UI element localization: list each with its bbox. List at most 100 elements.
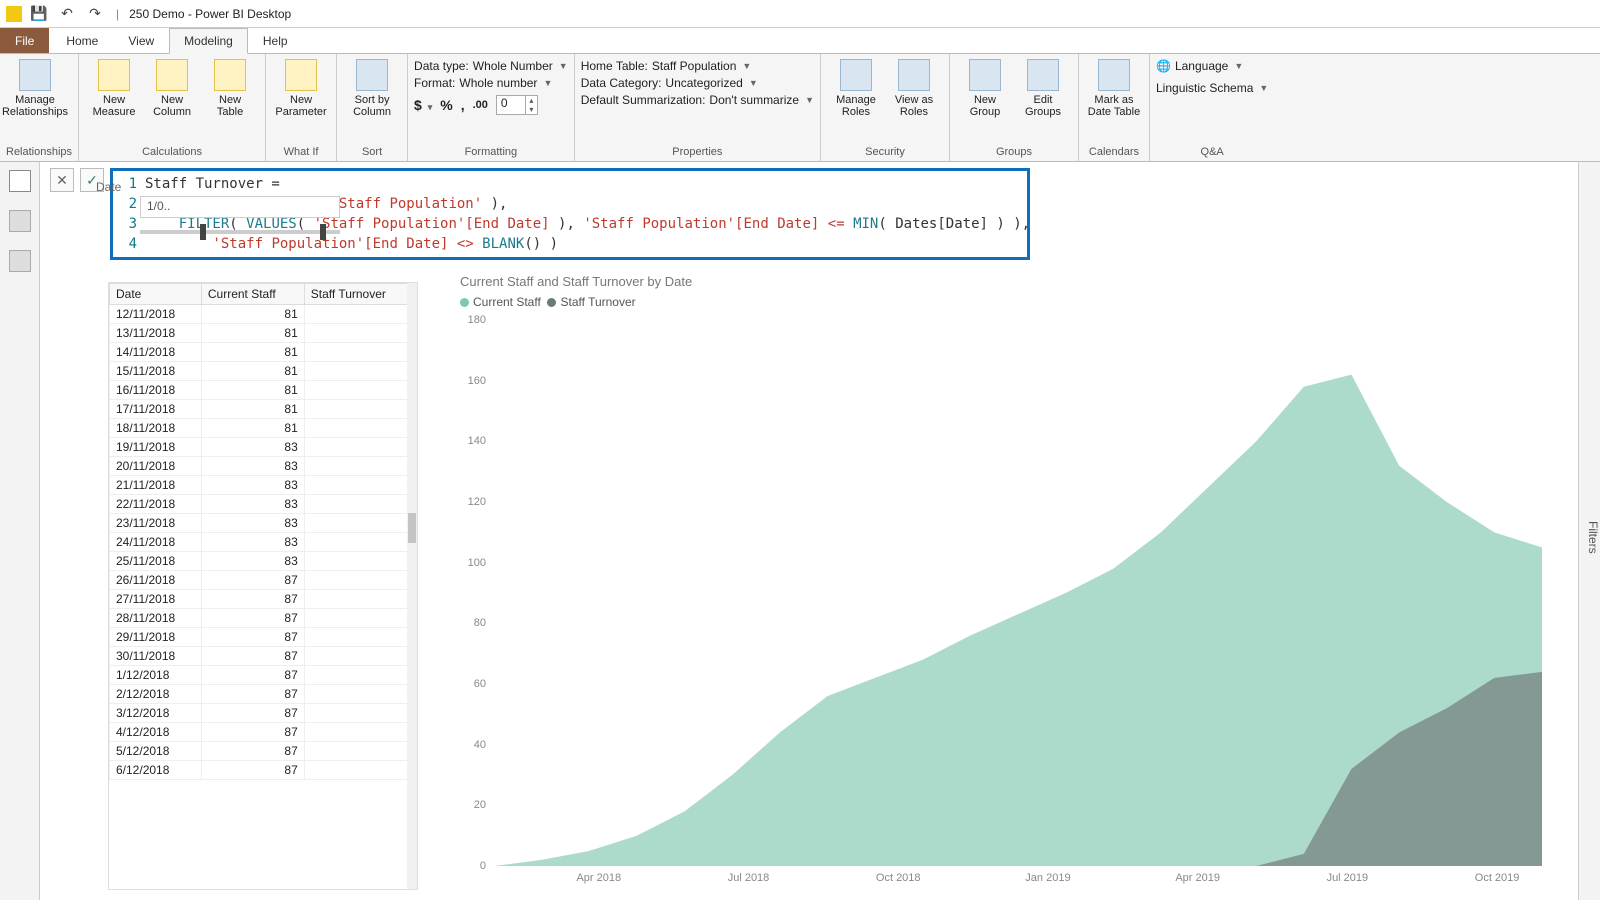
manage-roles-button[interactable]: ManageRoles [827, 57, 885, 118]
ribbon-group-relationships: ManageRelationships Relationships [0, 54, 79, 161]
ribbon-group-properties: Home Table: Staff Population▼ Data Categ… [575, 54, 821, 161]
linguistic-schema-dropdown[interactable]: Linguistic Schema▼ [1156, 81, 1268, 95]
group-caption-sort: Sort [343, 145, 401, 161]
thousands-button[interactable]: , [461, 97, 465, 113]
ribbon-group-security: ManageRoles View asRoles Security [821, 54, 950, 161]
new-parameter-button[interactable]: NewParameter [272, 57, 330, 118]
group-caption-calendars: Calendars [1085, 145, 1143, 161]
table-row[interactable]: 12/11/201881 [110, 305, 417, 324]
x-tick: Jul 2019 [1327, 872, 1369, 884]
formula-cancel-button[interactable]: ✕ [50, 168, 74, 192]
table-row[interactable]: 5/12/201887 [110, 742, 417, 761]
chart-visual[interactable]: Current Staff and Staff Turnover by Date… [460, 274, 1548, 890]
manage-relationships-button[interactable]: ManageRelationships [6, 57, 64, 118]
data-view-icon[interactable] [9, 210, 31, 232]
table-row[interactable]: 26/11/201887 [110, 571, 417, 590]
model-view-icon[interactable] [9, 250, 31, 272]
table-scrollbar[interactable] [407, 283, 417, 889]
table-row[interactable]: 14/11/201881 [110, 343, 417, 362]
table-row[interactable]: 15/11/201881 [110, 362, 417, 381]
table-row[interactable]: 21/11/201883 [110, 476, 417, 495]
ribbon-group-sort: Sort byColumn Sort [337, 54, 408, 161]
edit-groups-button[interactable]: EditGroups [1014, 57, 1072, 118]
tab-modeling[interactable]: Modeling [169, 28, 248, 54]
view-rail [0, 162, 40, 900]
table-row[interactable]: 3/12/201887 [110, 704, 417, 723]
tab-help[interactable]: Help [248, 28, 303, 53]
view-as-roles-button[interactable]: View asRoles [885, 57, 943, 118]
table-header[interactable]: Staff Turnover [304, 284, 416, 305]
data-category-dropdown[interactable]: Data Category: Uncategorized▼ [581, 76, 814, 90]
ribbon-group-whatif: NewParameter What If [266, 54, 337, 161]
table-row[interactable]: 24/11/201883 [110, 533, 417, 552]
format-dropdown[interactable]: Format: Whole number▼ [414, 76, 568, 90]
group-caption-security: Security [827, 145, 943, 161]
y-tick: 120 [468, 496, 486, 508]
table-header[interactable]: Current Staff [201, 284, 304, 305]
ribbon-group-groups: NewGroup EditGroups Groups [950, 54, 1079, 161]
filters-pane-collapsed[interactable]: Filters [1578, 162, 1600, 900]
table-row[interactable]: 27/11/201887 [110, 590, 417, 609]
data-type-dropdown[interactable]: Data type: Whole Number▼ [414, 59, 568, 73]
table-row[interactable]: 18/11/201881 [110, 419, 417, 438]
default-summarization-dropdown[interactable]: Default Summarization: Don't summarize▼ [581, 93, 814, 107]
table-visual[interactable]: DateCurrent StaffStaff Turnover 12/11/20… [108, 282, 418, 890]
group-caption-properties: Properties [581, 145, 814, 161]
slicer-input[interactable]: 1/0.. [140, 196, 340, 218]
currency-button[interactable]: $ ▾ [414, 97, 432, 113]
qat-save-icon[interactable]: 💾 [28, 5, 50, 22]
table-row[interactable]: 19/11/201883 [110, 438, 417, 457]
tab-home[interactable]: Home [51, 28, 113, 53]
slicer-slider[interactable] [140, 224, 340, 234]
new-group-button[interactable]: NewGroup [956, 57, 1014, 118]
ribbon-group-calendars: Mark asDate Table Calendars [1079, 54, 1150, 161]
title-bar: 💾 ↶ ↷ | 250 Demo - Power BI Desktop [0, 0, 1600, 28]
language-dropdown[interactable]: 🌐 Language▼ [1156, 59, 1268, 73]
group-caption-groups: Groups [956, 145, 1072, 161]
table-row[interactable]: 6/12/201887 [110, 761, 417, 780]
table-row[interactable]: 1/12/201887 [110, 666, 417, 685]
x-tick: Oct 2019 [1475, 872, 1520, 884]
new-table-button[interactable]: NewTable [201, 57, 259, 118]
table-header[interactable]: Date [110, 284, 202, 305]
table-row[interactable]: 16/11/201881 [110, 381, 417, 400]
percent-button[interactable]: % [440, 97, 452, 113]
table-row[interactable]: 25/11/201883 [110, 552, 417, 571]
mark-date-table-button[interactable]: Mark asDate Table [1085, 57, 1143, 118]
qat-undo-icon[interactable]: ↶ [56, 5, 78, 22]
table-row[interactable]: 4/12/201887 [110, 723, 417, 742]
table-row[interactable]: 2/12/201887 [110, 685, 417, 704]
table-row[interactable]: 30/11/201887 [110, 647, 417, 666]
chart-plot-area [494, 320, 1542, 866]
table-row[interactable]: 17/11/201881 [110, 400, 417, 419]
table-row[interactable]: 20/11/201883 [110, 457, 417, 476]
group-caption-qa: Q&A [1156, 145, 1268, 161]
new-measure-button[interactable]: NewMeasure [85, 57, 143, 118]
x-tick: Apr 2018 [576, 872, 621, 884]
slicer-label: Date [96, 180, 121, 194]
tab-file[interactable]: File [0, 28, 49, 53]
table-row[interactable]: 29/11/201887 [110, 628, 417, 647]
new-column-button[interactable]: NewColumn [143, 57, 201, 118]
group-caption-relationships: Relationships [6, 145, 72, 161]
home-table-dropdown[interactable]: Home Table: Staff Population▼ [581, 59, 814, 73]
sort-by-column-button[interactable]: Sort byColumn [343, 57, 401, 118]
table-row[interactable]: 13/11/201881 [110, 324, 417, 343]
report-view-icon[interactable] [9, 170, 31, 192]
x-tick: Apr 2019 [1175, 872, 1220, 884]
table-row[interactable]: 22/11/201883 [110, 495, 417, 514]
ribbon: ManageRelationships Relationships NewMea… [0, 54, 1600, 162]
decimal-button[interactable]: .00 [473, 99, 488, 111]
main-area: Date 1/0.. ✕ ✓ 1Staff Turnover = 2CALCUL… [0, 162, 1600, 900]
table-row[interactable]: 28/11/201887 [110, 609, 417, 628]
y-tick: 140 [468, 435, 486, 447]
y-tick: 20 [474, 799, 486, 811]
tab-view[interactable]: View [113, 28, 169, 53]
table-row[interactable]: 23/11/201883 [110, 514, 417, 533]
ribbon-group-qa: 🌐 Language▼ Linguistic Schema▼ Q&A [1150, 54, 1274, 161]
group-caption-formatting: Formatting [414, 145, 568, 161]
group-caption-calculations: Calculations [85, 145, 259, 161]
decimals-input[interactable]: 0▴▾ [496, 95, 538, 115]
x-tick: Jul 2018 [728, 872, 770, 884]
qat-redo-icon[interactable]: ↷ [84, 5, 106, 22]
